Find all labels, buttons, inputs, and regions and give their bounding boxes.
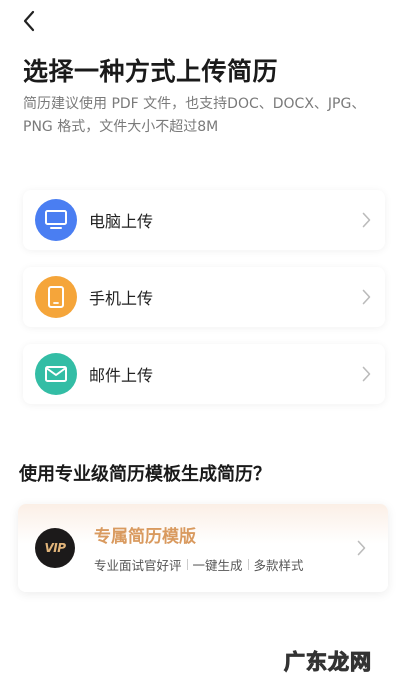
template-feature-list: 专业面试官好评 一键生成 多款样式 <box>94 555 357 574</box>
back-arrow-icon <box>23 10 35 32</box>
upload-option-mail[interactable]: 邮件上传 <box>23 344 385 404</box>
upload-option-computer[interactable]: 电脑上传 <box>23 190 385 250</box>
template-feature: 专业面试官好评 <box>94 558 182 573</box>
page-subtitle: 简历建议使用 PDF 文件，也支持DOC、DOCX、JPG、PNG 格式，文件大… <box>23 96 366 135</box>
template-feature: 多款样式 <box>253 558 304 573</box>
chevron-right-icon <box>362 289 371 305</box>
template-card[interactable]: VIP 专属简历模版 专业面试官好评 一键生成 多款样式 <box>18 504 388 592</box>
feature-divider <box>186 559 188 570</box>
back-button[interactable] <box>16 8 42 34</box>
upload-option-label: 电脑上传 <box>89 212 154 231</box>
phone-icon <box>35 276 77 318</box>
mail-icon <box>35 353 77 395</box>
upload-resume-page: 选择一种方式上传简历 简历建议使用 PDF 文件，也支持DOC、DOCX、JPG… <box>0 0 407 690</box>
template-section-heading: 使用专业级简历模板生成简历？ <box>19 464 271 485</box>
chevron-right-icon <box>362 212 371 228</box>
template-feature: 一键生成 <box>192 558 243 573</box>
upload-option-phone[interactable]: 手机上传 <box>23 267 385 327</box>
monitor-icon <box>35 199 77 241</box>
page-title: 选择一种方式上传简历 <box>23 57 279 86</box>
chevron-right-icon <box>357 540 366 556</box>
upload-option-label: 手机上传 <box>89 289 154 308</box>
chevron-right-icon <box>362 366 371 382</box>
vip-logo: VIP <box>35 528 75 568</box>
feature-divider <box>247 559 249 570</box>
watermark: 广东龙网 <box>284 650 372 675</box>
template-card-title: 专属简历模版 <box>94 527 196 547</box>
upload-option-label: 邮件上传 <box>89 366 154 385</box>
vip-logo-text: VIP <box>44 541 66 555</box>
template-card-body: 专属简历模版 专业面试官好评 一键生成 多款样式 <box>94 522 357 574</box>
